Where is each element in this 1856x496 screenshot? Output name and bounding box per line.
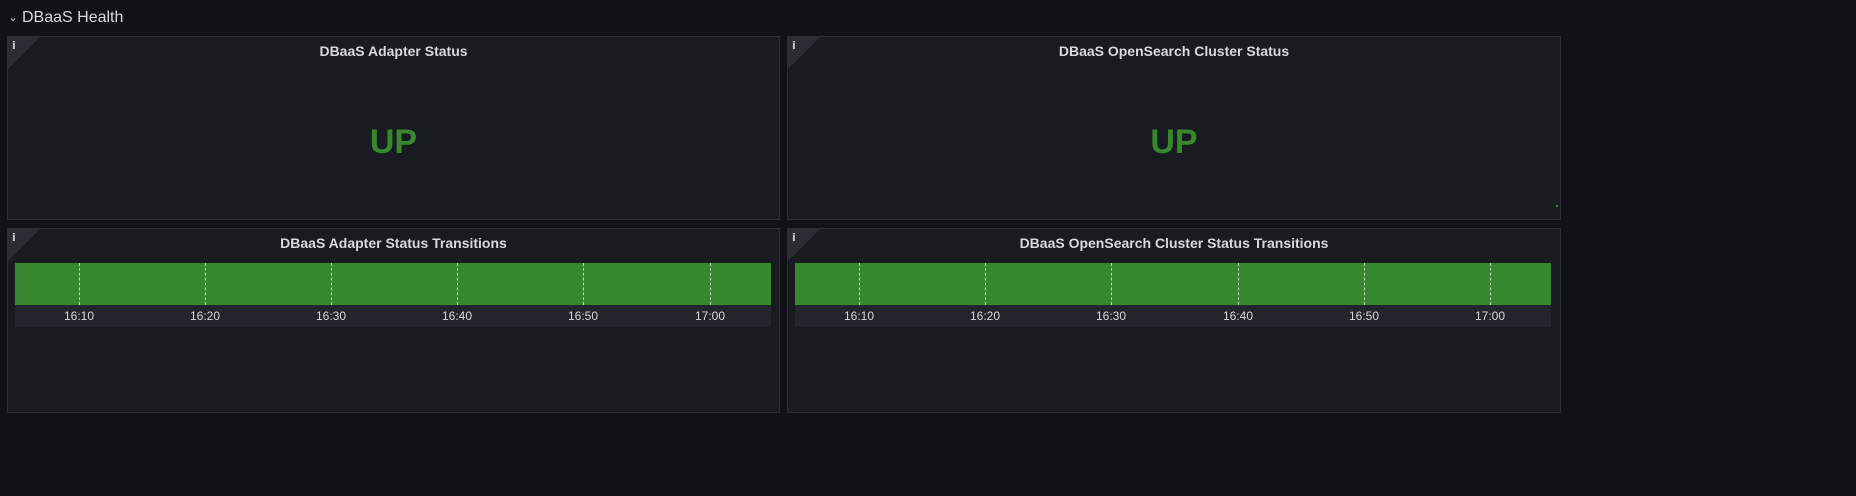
grid-line — [457, 263, 458, 305]
time-tick: 16:20 — [189, 309, 221, 323]
time-tick: 16:50 — [567, 309, 599, 323]
panel-title[interactable]: DBaaS Adapter Status — [8, 43, 779, 59]
time-tick: 16:40 — [441, 309, 473, 323]
panel-title[interactable]: DBaaS OpenSearch Cluster Status — [788, 43, 1560, 59]
grid-line — [710, 263, 711, 305]
status-value: UP — [1150, 123, 1198, 161]
time-tick: 16:10 — [843, 309, 875, 323]
grid-line — [1364, 263, 1365, 305]
state-timeline[interactable]: 16:10 16:20 16:30 16:40 16:50 17:00 — [795, 263, 1551, 327]
panel-adapter-status: i DBaaS Adapter Status UP — [7, 36, 780, 220]
grid-line — [985, 263, 986, 305]
grid-line — [331, 263, 332, 305]
row-title: DBaaS Health — [22, 9, 124, 26]
time-tick: 16:40 — [1222, 309, 1254, 323]
time-tick: 17:00 — [1474, 309, 1506, 323]
time-tick: 17:00 — [694, 309, 726, 323]
grid-line — [1490, 263, 1491, 305]
status-value: UP — [369, 123, 418, 161]
state-timeline[interactable]: 16:10 16:20 16:30 16:40 16:50 17:00 — [15, 263, 771, 327]
status-indicator-dot — [1556, 205, 1558, 207]
time-tick: 16:10 — [63, 309, 95, 323]
time-axis: 16:10 16:20 16:30 16:40 16:50 17:00 — [795, 305, 1551, 327]
time-tick: 16:30 — [315, 309, 347, 323]
panel-title[interactable]: DBaaS Adapter Status Transitions — [8, 235, 779, 251]
grid-line — [1111, 263, 1112, 305]
grid-line — [859, 263, 860, 305]
time-tick: 16:50 — [1348, 309, 1380, 323]
time-tick: 16:30 — [1095, 309, 1127, 323]
grid-line — [79, 263, 80, 305]
panel-title[interactable]: DBaaS OpenSearch Cluster Status Transiti… — [788, 235, 1560, 251]
grid-line — [205, 263, 206, 305]
status-timeline-bar[interactable] — [15, 263, 771, 305]
status-timeline-bar[interactable] — [795, 263, 1551, 305]
panel-opensearch-transitions: i DBaaS OpenSearch Cluster Status Transi… — [787, 228, 1561, 413]
chevron-down-icon[interactable]: ⌄ — [8, 11, 18, 24]
row-header-dbaas-health[interactable]: ⌄ DBaaS Health — [8, 6, 123, 30]
time-tick: 16:20 — [969, 309, 1001, 323]
grid-line — [1238, 263, 1239, 305]
time-axis: 16:10 16:20 16:30 16:40 16:50 17:00 — [15, 305, 771, 327]
panel-opensearch-status: i DBaaS OpenSearch Cluster Status UP — [787, 36, 1561, 220]
panel-adapter-transitions: i DBaaS Adapter Status Transitions 16:10… — [7, 228, 780, 413]
grid-line — [583, 263, 584, 305]
